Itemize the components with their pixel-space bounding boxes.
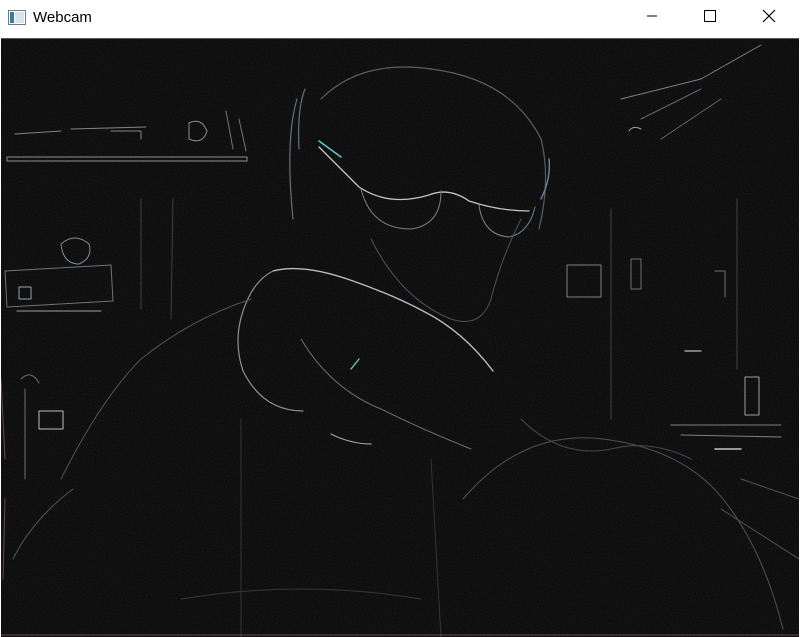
webcam-feed — [1, 38, 799, 637]
window-title: Webcam — [33, 9, 92, 26]
maximize-icon — [704, 9, 716, 27]
edge-detection-image — [1, 39, 799, 637]
title-bar[interactable]: Webcam — [0, 0, 800, 38]
maximize-button[interactable] — [687, 0, 733, 36]
close-icon — [762, 9, 776, 28]
app-window-icon — [8, 10, 26, 25]
minimize-button[interactable] — [629, 0, 675, 36]
minimize-icon — [646, 9, 658, 27]
close-button[interactable] — [746, 0, 792, 36]
webcam-window: Webcam — [0, 0, 800, 637]
